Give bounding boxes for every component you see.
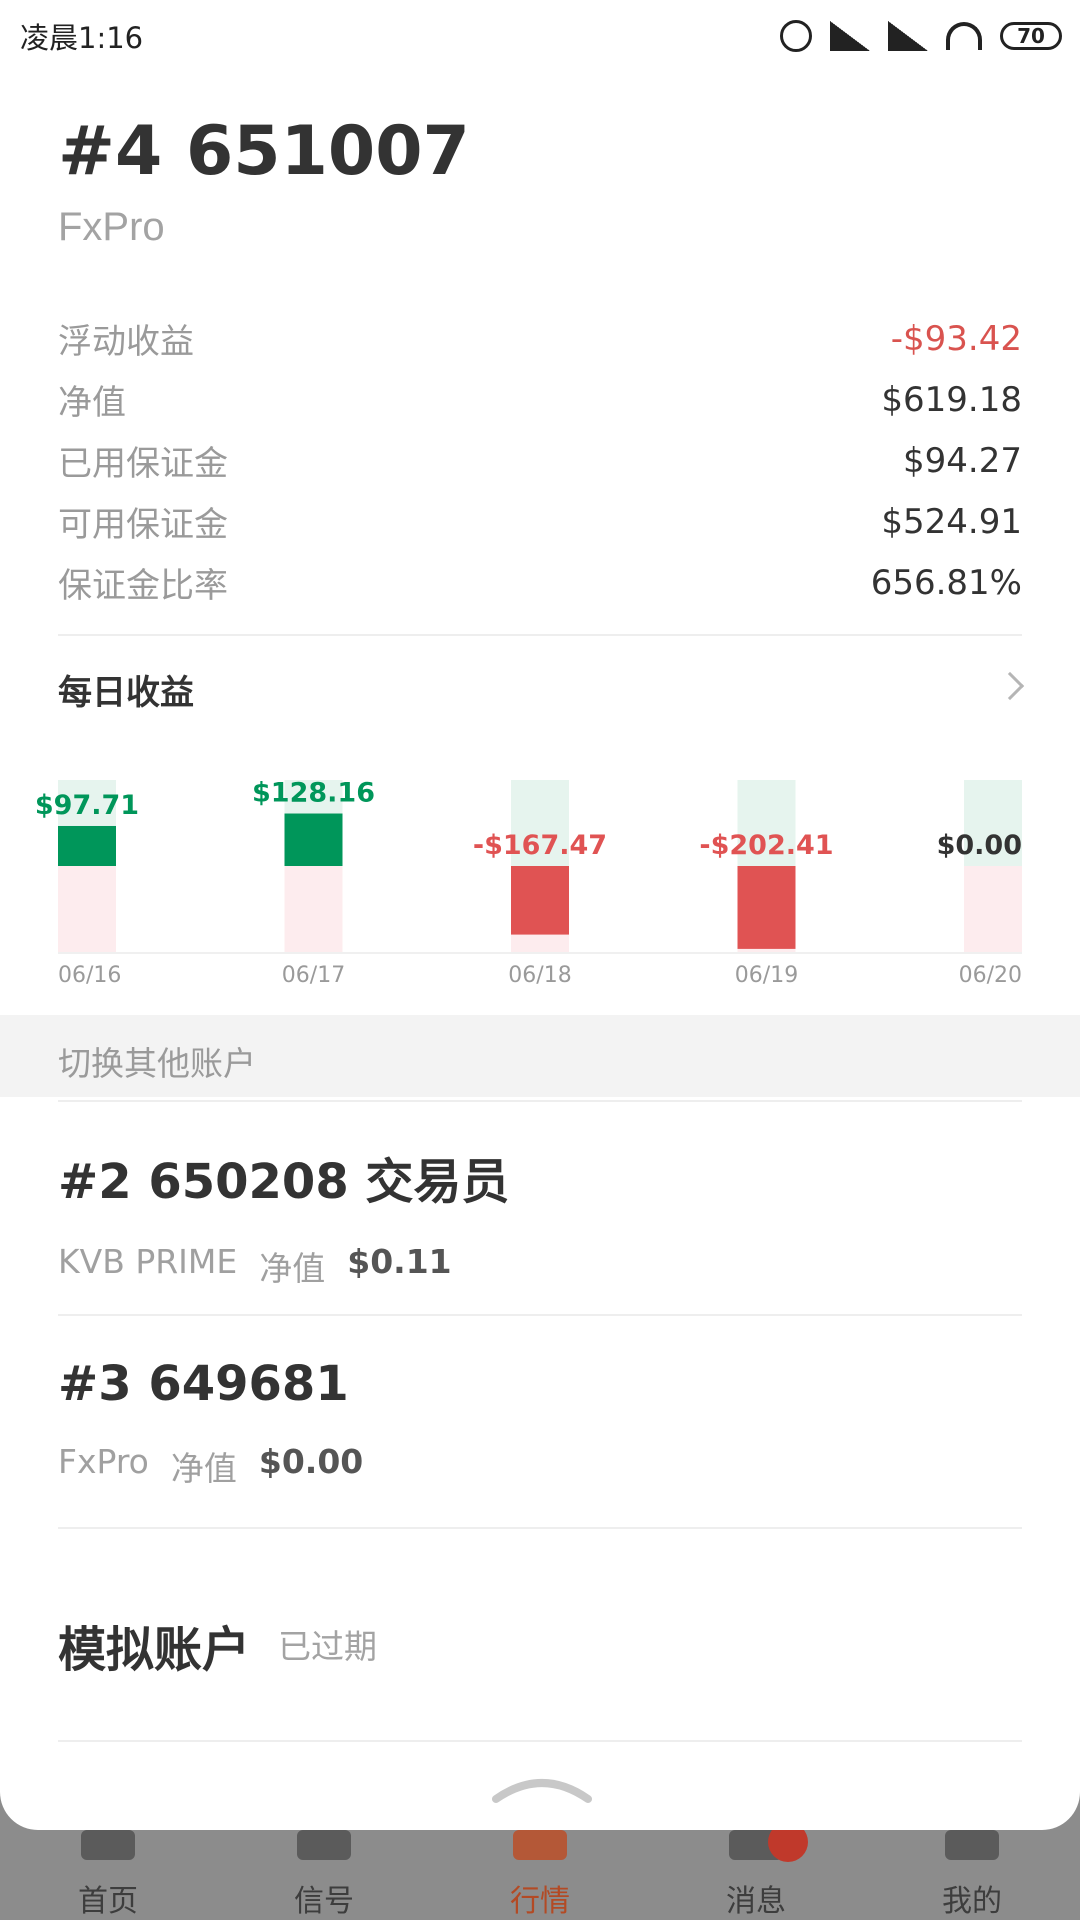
nav-label: 信号	[294, 1884, 354, 1919]
stat-row: 可用保证金 $524.91	[58, 491, 1022, 552]
x-tick-label: 06/17	[282, 963, 345, 988]
cell-signal-icon	[888, 21, 928, 51]
stat-label: 可用保证金	[58, 505, 228, 545]
stat-label: 净值	[58, 383, 126, 423]
nav-label: 消息	[726, 1884, 786, 1919]
divider	[58, 634, 1022, 636]
status-time: 凌晨1:16	[20, 21, 144, 55]
signal-chart-icon	[297, 1830, 351, 1860]
nav-label: 行情	[510, 1884, 570, 1919]
stat-value: $94.27	[903, 440, 1022, 481]
account-item-meta: FxPro 净值 $0.00	[58, 1442, 1022, 1490]
account-item-title: #2 650208 交易员	[58, 1154, 510, 1210]
cell-signal-icon	[830, 21, 870, 51]
x-tick-label: 06/20	[959, 963, 1022, 988]
stat-row: 净值 $619.18	[58, 369, 1022, 430]
alarm-icon	[780, 20, 812, 52]
account-item-broker: KVB PRIME	[58, 1242, 238, 1281]
divider	[58, 1527, 1022, 1529]
account-item-meta: KVB PRIME 净值 $0.11	[58, 1242, 1022, 1290]
account-item-equity-label: 净值	[259, 1249, 326, 1288]
bar	[284, 813, 343, 866]
bar-background-negative	[58, 866, 116, 952]
bar	[58, 825, 116, 866]
stat-value: 656.81%	[870, 562, 1022, 603]
bar	[737, 866, 796, 949]
bar-value-label: $128.16	[252, 778, 375, 809]
home-icon	[81, 1830, 135, 1860]
bar-value-label: $0.00	[937, 830, 1022, 861]
bar-value-label: -$202.41	[699, 830, 833, 861]
chevron-up-icon[interactable]	[492, 1765, 592, 1805]
x-tick-label: 06/16	[58, 963, 121, 988]
bar-background-negative	[964, 866, 1022, 952]
account-stats: 浮动收益 -$93.42 净值 $619.18 已用保证金 $94.27 可用保…	[58, 308, 1022, 613]
stat-row: 浮动收益 -$93.42	[58, 308, 1022, 369]
divider	[58, 1314, 1022, 1316]
stat-value: $619.18	[881, 379, 1022, 420]
nav-label: 首页	[78, 1884, 138, 1919]
x-tick-label: 06/19	[735, 963, 798, 988]
x-tick-label: 06/18	[508, 963, 571, 988]
stat-value: -$93.42	[890, 318, 1022, 359]
chevron-right-icon[interactable]	[995, 671, 1025, 701]
stat-row: 已用保证金 $94.27	[58, 430, 1022, 491]
stat-label: 浮动收益	[58, 322, 194, 362]
bar-background-negative	[284, 866, 343, 952]
status-bar: 凌晨1:16 70	[0, 0, 1080, 72]
stat-value: $524.91	[881, 501, 1022, 542]
demo-account-status: 已过期	[278, 1627, 377, 1666]
daily-profit-chart: $97.71 06/16 $128.16 06/17 -$167.47 06/18 -$20…	[35, 778, 1022, 988]
profile-icon	[945, 1830, 999, 1860]
wifi-icon	[946, 22, 982, 50]
stat-label: 已用保证金	[58, 444, 228, 484]
nav-label: 我的	[942, 1884, 1002, 1919]
account-item[interactable]: #3 649681 FxPro 净值 $0.00	[58, 1356, 1022, 1490]
divider	[58, 1740, 1022, 1742]
bar-value-label: $97.71	[35, 790, 139, 821]
stat-row: 保证金比率 656.81%	[58, 552, 1022, 613]
demo-account-title[interactable]: 模拟账户	[58, 1610, 250, 1680]
account-item-equity-value: $0.11	[347, 1242, 452, 1281]
bar-value-label: -$167.47	[473, 830, 607, 861]
switch-accounts-header: 切换其他账户	[0, 1015, 1080, 1097]
account-title: #4 651007	[58, 112, 470, 191]
daily-profit-title[interactable]: 每日收益	[58, 665, 194, 714]
account-broker: FxPro	[58, 205, 165, 249]
market-icon	[513, 1830, 567, 1860]
divider	[58, 1100, 1022, 1102]
account-item-title: #3 649681	[58, 1356, 349, 1412]
battery-icon: 70	[1000, 22, 1062, 50]
account-item-broker: FxPro	[58, 1442, 149, 1481]
status-icons: 70	[780, 20, 1062, 52]
account-item[interactable]: #2 650208 交易员 KVB PRIME 净值 $0.11	[58, 1142, 1022, 1290]
switch-accounts-label: 切换其他账户	[58, 1044, 256, 1083]
account-item-equity-value: $0.00	[258, 1442, 364, 1481]
stat-label: 保证金比率	[58, 566, 228, 606]
account-item-equity-label: 净值	[170, 1449, 237, 1488]
bar	[511, 866, 569, 935]
account-sheet: 凌晨1:16 70 #4 651007 FxPro 浮动收益 -$93.42 净…	[0, 0, 1080, 1830]
